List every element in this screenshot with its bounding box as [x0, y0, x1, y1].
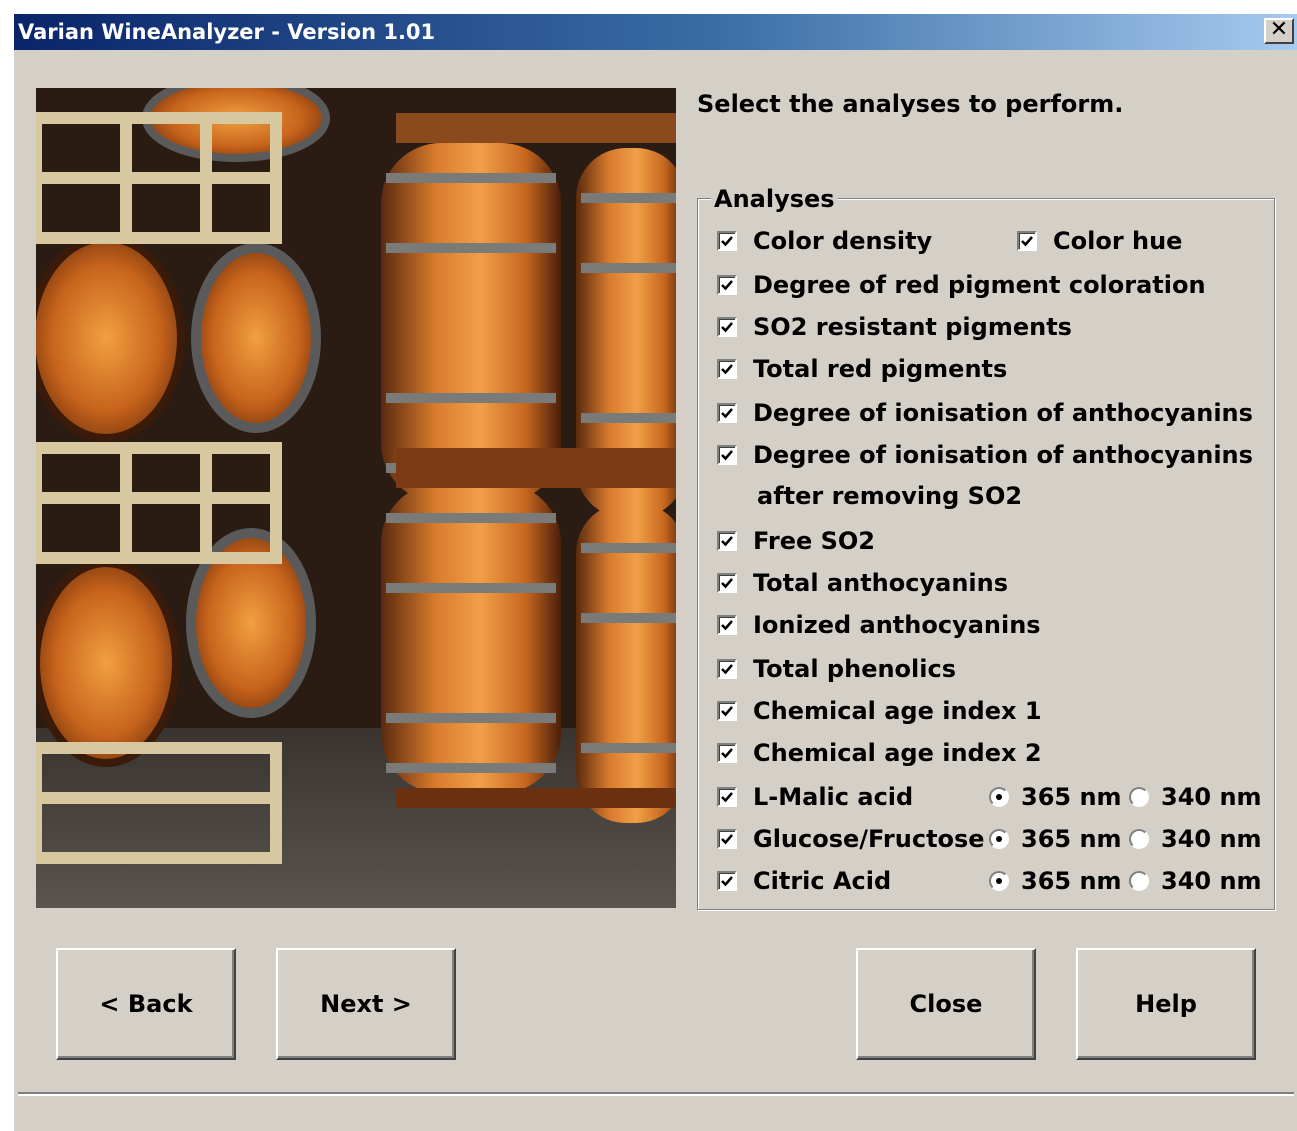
checkbox-box[interactable] — [717, 787, 737, 807]
radio-button-selected[interactable] — [989, 871, 1009, 891]
checkbox-box[interactable] — [717, 359, 737, 379]
checkbox-label: SO2 resistant pigments — [753, 313, 1072, 341]
checkbox-label: Ionized anthocyanins — [753, 611, 1041, 639]
checkbox-total-red-pigments[interactable]: Total red pigments — [717, 354, 1007, 384]
analyses-group-label: Analyses — [711, 185, 838, 213]
checkbox-free-so2[interactable]: Free SO2 — [717, 526, 875, 556]
close-button[interactable]: Close — [856, 948, 1036, 1060]
checkbox-label: Degree of ionisation of anthocyanins — [753, 441, 1253, 469]
checkbox-box[interactable] — [717, 829, 737, 849]
checkbox-glucose-fructose[interactable]: Glucose/Fructose — [717, 824, 985, 854]
checkbox-label: Total anthocyanins — [753, 569, 1008, 597]
checkbox-so2-resistant-pigments[interactable]: SO2 resistant pigments — [717, 312, 1072, 342]
checkbox-box[interactable] — [717, 317, 737, 337]
help-button[interactable]: Help — [1076, 948, 1256, 1060]
radio-label: 365 nm — [1021, 825, 1122, 853]
radio-citric-340[interactable]: 340 nm — [1129, 866, 1262, 896]
checkbox-citric-acid[interactable]: Citric Acid — [717, 866, 891, 896]
checkbox-box[interactable] — [717, 275, 737, 295]
window-title: Varian WineAnalyzer - Version 1.01 — [18, 20, 436, 44]
radio-glucose-365[interactable]: 365 nm — [989, 824, 1122, 854]
checkbox-label: Chemical age index 2 — [753, 739, 1042, 767]
radio-label: 365 nm — [1021, 783, 1122, 811]
checkbox-box[interactable] — [717, 445, 737, 465]
checkbox-box[interactable] — [1017, 231, 1037, 251]
checkbox-total-anthocyanins[interactable]: Total anthocyanins — [717, 568, 1008, 598]
checkbox-label: L-Malic acid — [753, 783, 914, 811]
checkbox-label: Glucose/Fructose — [753, 825, 985, 853]
checkbox-box[interactable] — [717, 573, 737, 593]
instruction-text: Select the analyses to perform. — [697, 90, 1124, 118]
radio-glucose-340[interactable]: 340 nm — [1129, 824, 1262, 854]
checkbox-chemical-age-index-2[interactable]: Chemical age index 2 — [717, 738, 1042, 768]
checkbox-label: Citric Acid — [753, 867, 892, 895]
checkbox-label-continuation: after removing SO2 — [757, 482, 1023, 510]
checkbox-label: Degree of ionisation of anthocyanins — [753, 399, 1253, 427]
close-window-button[interactable]: ✕ — [1264, 18, 1294, 44]
radio-button[interactable] — [1129, 829, 1149, 849]
checkbox-label: Free SO2 — [753, 527, 875, 555]
checkbox-ionisation-anthocyanins[interactable]: Degree of ionisation of anthocyanins — [717, 398, 1253, 428]
radio-label: 340 nm — [1161, 867, 1262, 895]
checkbox-total-phenolics[interactable]: Total phenolics — [717, 654, 956, 684]
checkbox-label: Degree of red pigment coloration — [753, 271, 1206, 299]
checkbox-label: Total phenolics — [753, 655, 957, 683]
next-button[interactable]: Next > — [276, 948, 456, 1060]
checkbox-l-malic-acid[interactable]: L-Malic acid — [717, 782, 913, 812]
checkbox-chemical-age-index-1[interactable]: Chemical age index 1 — [717, 696, 1042, 726]
radio-label: 340 nm — [1161, 783, 1262, 811]
radio-label: 365 nm — [1021, 867, 1122, 895]
radio-label: 340 nm — [1161, 825, 1262, 853]
checkbox-box[interactable] — [717, 743, 737, 763]
checkbox-label: Total red pigments — [753, 355, 1008, 383]
checkbox-box[interactable] — [717, 871, 737, 891]
radio-malic-340[interactable]: 340 nm — [1129, 782, 1262, 812]
checkbox-ionized-anthocyanins[interactable]: Ionized anthocyanins — [717, 610, 1041, 640]
radio-malic-365[interactable]: 365 nm — [989, 782, 1122, 812]
checkbox-label: Color density — [753, 227, 933, 255]
checkbox-label: Color hue — [1053, 227, 1183, 255]
checkbox-ionisation-anthocyanins-after-so2[interactable]: Degree of ionisation of anthocyanins — [717, 440, 1253, 470]
radio-button-selected[interactable] — [989, 787, 1009, 807]
checkbox-color-hue[interactable]: Color hue — [1017, 226, 1182, 256]
radio-button[interactable] — [1129, 787, 1149, 807]
radio-citric-365[interactable]: 365 nm — [989, 866, 1122, 896]
radio-button-selected[interactable] — [989, 829, 1009, 849]
checkbox-red-pigment-coloration[interactable]: Degree of red pigment coloration — [717, 270, 1206, 300]
back-button[interactable]: < Back — [56, 948, 236, 1060]
checkbox-box[interactable] — [717, 701, 737, 721]
wine-barrels-image — [36, 88, 676, 908]
checkbox-color-density[interactable]: Color density — [717, 226, 932, 256]
checkbox-box[interactable] — [717, 615, 737, 635]
title-bar[interactable]: Varian WineAnalyzer - Version 1.01 ✕ — [14, 14, 1297, 50]
wine-analyzer-window: Varian WineAnalyzer - Version 1.01 ✕ Sel… — [14, 14, 1297, 1131]
checkbox-label: Chemical age index 1 — [753, 697, 1042, 725]
checkbox-box[interactable] — [717, 403, 737, 423]
bottom-separator — [18, 1092, 1294, 1096]
checkbox-box[interactable] — [717, 531, 737, 551]
radio-button[interactable] — [1129, 871, 1149, 891]
checkbox-box[interactable] — [717, 231, 737, 251]
checkbox-box[interactable] — [717, 659, 737, 679]
